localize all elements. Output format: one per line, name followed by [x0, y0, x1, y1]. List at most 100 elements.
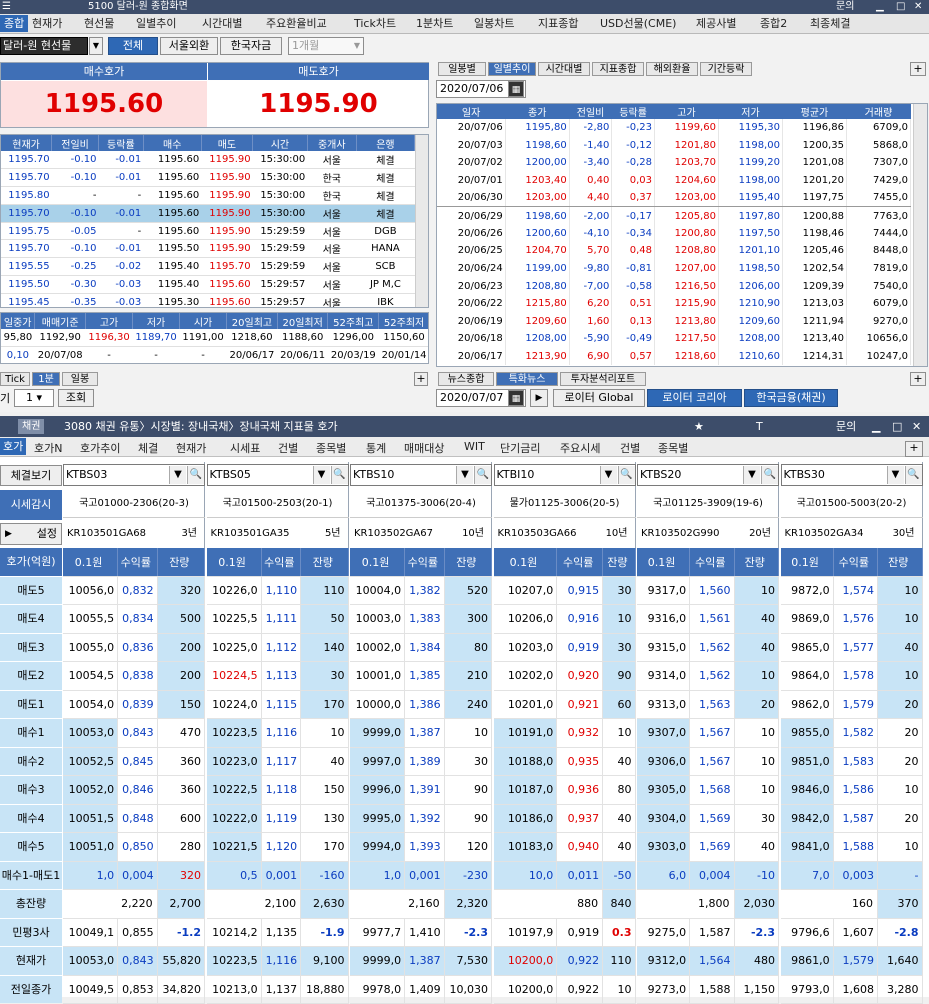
- daily-row[interactable]: 20/07/06 1195,80 -2,80 -0,23 1199,60 1195,30 1…: [437, 119, 912, 137]
- news-tab-0[interactable]: 뉴스종합: [438, 372, 494, 386]
- news-expand-button[interactable]: +: [910, 372, 926, 386]
- news-reuters-korea[interactable]: 로이터 코리아: [647, 389, 742, 407]
- bond-row[interactable]: 10226,0 1,110 110: [206, 576, 349, 605]
- bond-menu-6[interactable]: 건별: [278, 440, 298, 456]
- bond-row[interactable]: 9865,0 1,577 40: [780, 633, 923, 662]
- bond-row[interactable]: 9872,0 1,574 10: [780, 576, 923, 605]
- bond-menu-2[interactable]: 호가추이: [80, 440, 120, 456]
- bond-row[interactable]: 10,0 0,011 -50: [493, 861, 636, 890]
- seoul-fx-button[interactable]: 서울외환: [160, 37, 218, 55]
- daily-row[interactable]: 20/06/24 1199,00 -9,80 -0,81 1207,00 1198,50 1…: [437, 259, 912, 278]
- daily-scrollbar[interactable]: [913, 104, 927, 366]
- bond-row[interactable]: 9314,0 1,562 10: [637, 661, 780, 691]
- favorite-icon[interactable]: ★: [694, 416, 704, 437]
- quote-scrollbar[interactable]: [415, 135, 428, 307]
- quote-row[interactable]: 1195.70 -0.10 -0.01 1195.50 1195.90 15:29:59 서…: [1, 239, 415, 259]
- daily-tab-3[interactable]: 지표종합: [592, 62, 644, 76]
- bond-menu-9[interactable]: 매매대상: [404, 440, 444, 456]
- bond-menu-0[interactable]: 호가: [0, 438, 27, 455]
- bond-row[interactable]: 10053,0 0,843 55,820: [63, 946, 206, 976]
- bond-row[interactable]: 10221,5 1,120 170: [206, 832, 349, 862]
- daily-row[interactable]: 20/06/19 1209,60 1,60 0,13 1213,80 1209,60 121…: [437, 312, 912, 331]
- bond-row[interactable]: 1,0 0,001 -230: [350, 861, 493, 890]
- minimize-icon[interactable]: ▁: [876, 0, 884, 14]
- bond-code-select[interactable]: KTBS10 ▼ 🔍: [350, 464, 492, 486]
- bond-code-select[interactable]: KTBS20 ▼ 🔍: [637, 464, 779, 486]
- bond-row[interactable]: 10003,0 1,383 300: [350, 604, 493, 634]
- bond-row[interactable]: 7,0 0,003-: [780, 861, 923, 890]
- bond-menu-5[interactable]: 시세표: [230, 440, 260, 456]
- quote-row[interactable]: 1195.75 -0.05-1195.60 1195.90 15:29:59 서울 DGB: [1, 222, 415, 241]
- bond-row[interactable]: 9994,0 1,393 120: [350, 832, 493, 862]
- quote-row[interactable]: 1195.70 -0.10 -0.01 1195.60 1195.90 15:30:00 서…: [1, 204, 415, 223]
- bond-row[interactable]: 9995,0 1,392 90: [350, 804, 493, 833]
- bond-row[interactable]: 10054,0 0,839 150: [63, 690, 206, 719]
- bond-row[interactable]: 9315,0 1,562 40: [637, 633, 780, 662]
- bond-row[interactable]: 9313,0 1,563 20: [637, 690, 780, 719]
- view-trades-button[interactable]: 체결보기: [0, 465, 62, 486]
- news-korea-finance[interactable]: 한국금융(채권): [744, 389, 838, 407]
- bond-row[interactable]: 10049,1 0,855 -1.2: [63, 918, 206, 947]
- period-select[interactable]: 1개월 ▼: [288, 37, 364, 55]
- daily-row[interactable]: 20/06/26 1200,60 -4,10 -0,34 1200,80 1197,50 1…: [437, 224, 912, 243]
- bond-row[interactable]: 9978,0 1,409 10,030: [350, 975, 493, 1004]
- expand-button[interactable]: +: [414, 372, 428, 386]
- bond-row[interactable]: 9304,0 1,569 30: [637, 804, 780, 833]
- menu-tab-0[interactable]: 종합: [0, 15, 29, 32]
- bond-row[interactable]: 10200,0 0,922 110: [493, 946, 636, 976]
- bond-row[interactable]: 10187,0 0,936 80: [493, 775, 636, 805]
- daily-tab-2[interactable]: 시간대별: [538, 62, 590, 76]
- bond-row[interactable]: 9864,0 1,578 10: [780, 661, 923, 691]
- bond-row[interactable]: 10000,0 1,386 240: [350, 690, 493, 719]
- window-menu-icon[interactable]: ☰: [2, 0, 11, 14]
- bond-row[interactable]: 10207,0 0,915 30: [493, 576, 636, 605]
- bond-row[interactable]: 9841,0 1,588 10: [780, 832, 923, 862]
- bond-row[interactable]: 9793,0 1,608 3,280: [780, 975, 923, 1004]
- tab-daily[interactable]: 일봉: [62, 372, 98, 386]
- quote-row[interactable]: 1195.50 -0.30 -0.03 1195.40 1195.60 15:29:57 서…: [1, 275, 415, 294]
- bond-row[interactable]: 9306,0 1,567 10: [637, 747, 780, 776]
- bond-row[interactable]: 9997,0 1,389 30: [350, 747, 493, 776]
- bond-row[interactable]: 10053,0 0,843 470: [63, 718, 206, 748]
- bond-row[interactable]: 9977,7 1,410 -2.3: [350, 918, 493, 947]
- bond-row[interactable]: 9303,0 1,569 40: [637, 832, 780, 862]
- menu-tab-13[interactable]: 최종체결: [810, 16, 850, 31]
- bond-row[interactable]: 9307,0 1,567 10: [637, 718, 780, 748]
- bond-row[interactable]: 10055,0 0,836 200: [63, 633, 206, 662]
- bond-code-select[interactable]: KTBS30 ▼ 🔍: [780, 464, 923, 486]
- daily-tab-5[interactable]: 기간등락: [700, 62, 752, 76]
- bond-row[interactable]: 10197,9 0,919 0.3: [493, 918, 636, 947]
- bond-row[interactable]: 10001,0 1,385 210: [350, 661, 493, 691]
- daily-row[interactable]: 20/06/29 1198,60 -2,00 -0,17 1205,80 1197,80 1…: [437, 206, 912, 225]
- bond-row[interactable]: 9312,0 1,564 480: [637, 946, 780, 976]
- bond-row[interactable]: 10222,5 1,118 150: [206, 775, 349, 805]
- product-dropdown-icon[interactable]: ▼: [89, 37, 103, 55]
- bond-row[interactable]: 10203,0 0,919 30: [493, 633, 636, 662]
- bond-row[interactable]: 10052,0 0,846 360: [63, 775, 206, 805]
- menu-tab-10[interactable]: USD선물(CME): [600, 16, 676, 31]
- dropdown-icon[interactable]: ▼: [743, 466, 760, 484]
- bond-row[interactable]: 10056,0 0,832 320: [63, 576, 206, 605]
- daily-row[interactable]: 20/07/03 1198,60 -1,40 -0,12 1201,80 1198,00 1…: [437, 136, 912, 155]
- bond-minimize-icon[interactable]: ▁: [872, 416, 880, 437]
- quote-row[interactable]: 1195.45 -0.35 -0.03 1195.30 1195.60 15:29:57 서…: [1, 293, 415, 307]
- daily-tab-0[interactable]: 일봉별: [438, 62, 486, 76]
- bond-row[interactable]: 10225,5 1,111 50: [206, 604, 349, 634]
- menu-tab-6[interactable]: Tick차트: [354, 16, 396, 31]
- menu-tab-7[interactable]: 1분차트: [416, 16, 453, 31]
- daily-row[interactable]: 20/06/18 1208,00 -5,90 -0,49 1217,50 1208,00 1…: [437, 330, 912, 348]
- menu-tab-5[interactable]: 주요환율비교: [266, 16, 327, 31]
- bond-row[interactable]: 10201,0 0,921 60: [493, 690, 636, 719]
- bond-row[interactable]: 9305,0 1,568 10: [637, 775, 780, 805]
- bond-menu-13[interactable]: 건별: [620, 440, 640, 456]
- bond-menu-14[interactable]: 종목별: [658, 440, 688, 456]
- bond-row[interactable]: 9842,0 1,587 20: [780, 804, 923, 833]
- bond-row[interactable]: 9999,0 1,387 7,530: [350, 946, 493, 976]
- bond-row[interactable]: 10188,0 0,935 40: [493, 747, 636, 776]
- bond-row[interactable]: 10223,5 1,116 9,100: [206, 946, 349, 976]
- daily-row[interactable]: 20/06/30 1203,00 4,40 0,37 1203,00 1195,40 119…: [437, 189, 912, 208]
- dropdown-icon[interactable]: ▼: [599, 466, 617, 484]
- bond-row[interactable]: 10222,0 1,119 130: [206, 804, 349, 833]
- bond-code-select[interactable]: KTBI10 ▼ 🔍: [493, 464, 636, 486]
- inquiry-label[interactable]: 문의: [836, 0, 854, 14]
